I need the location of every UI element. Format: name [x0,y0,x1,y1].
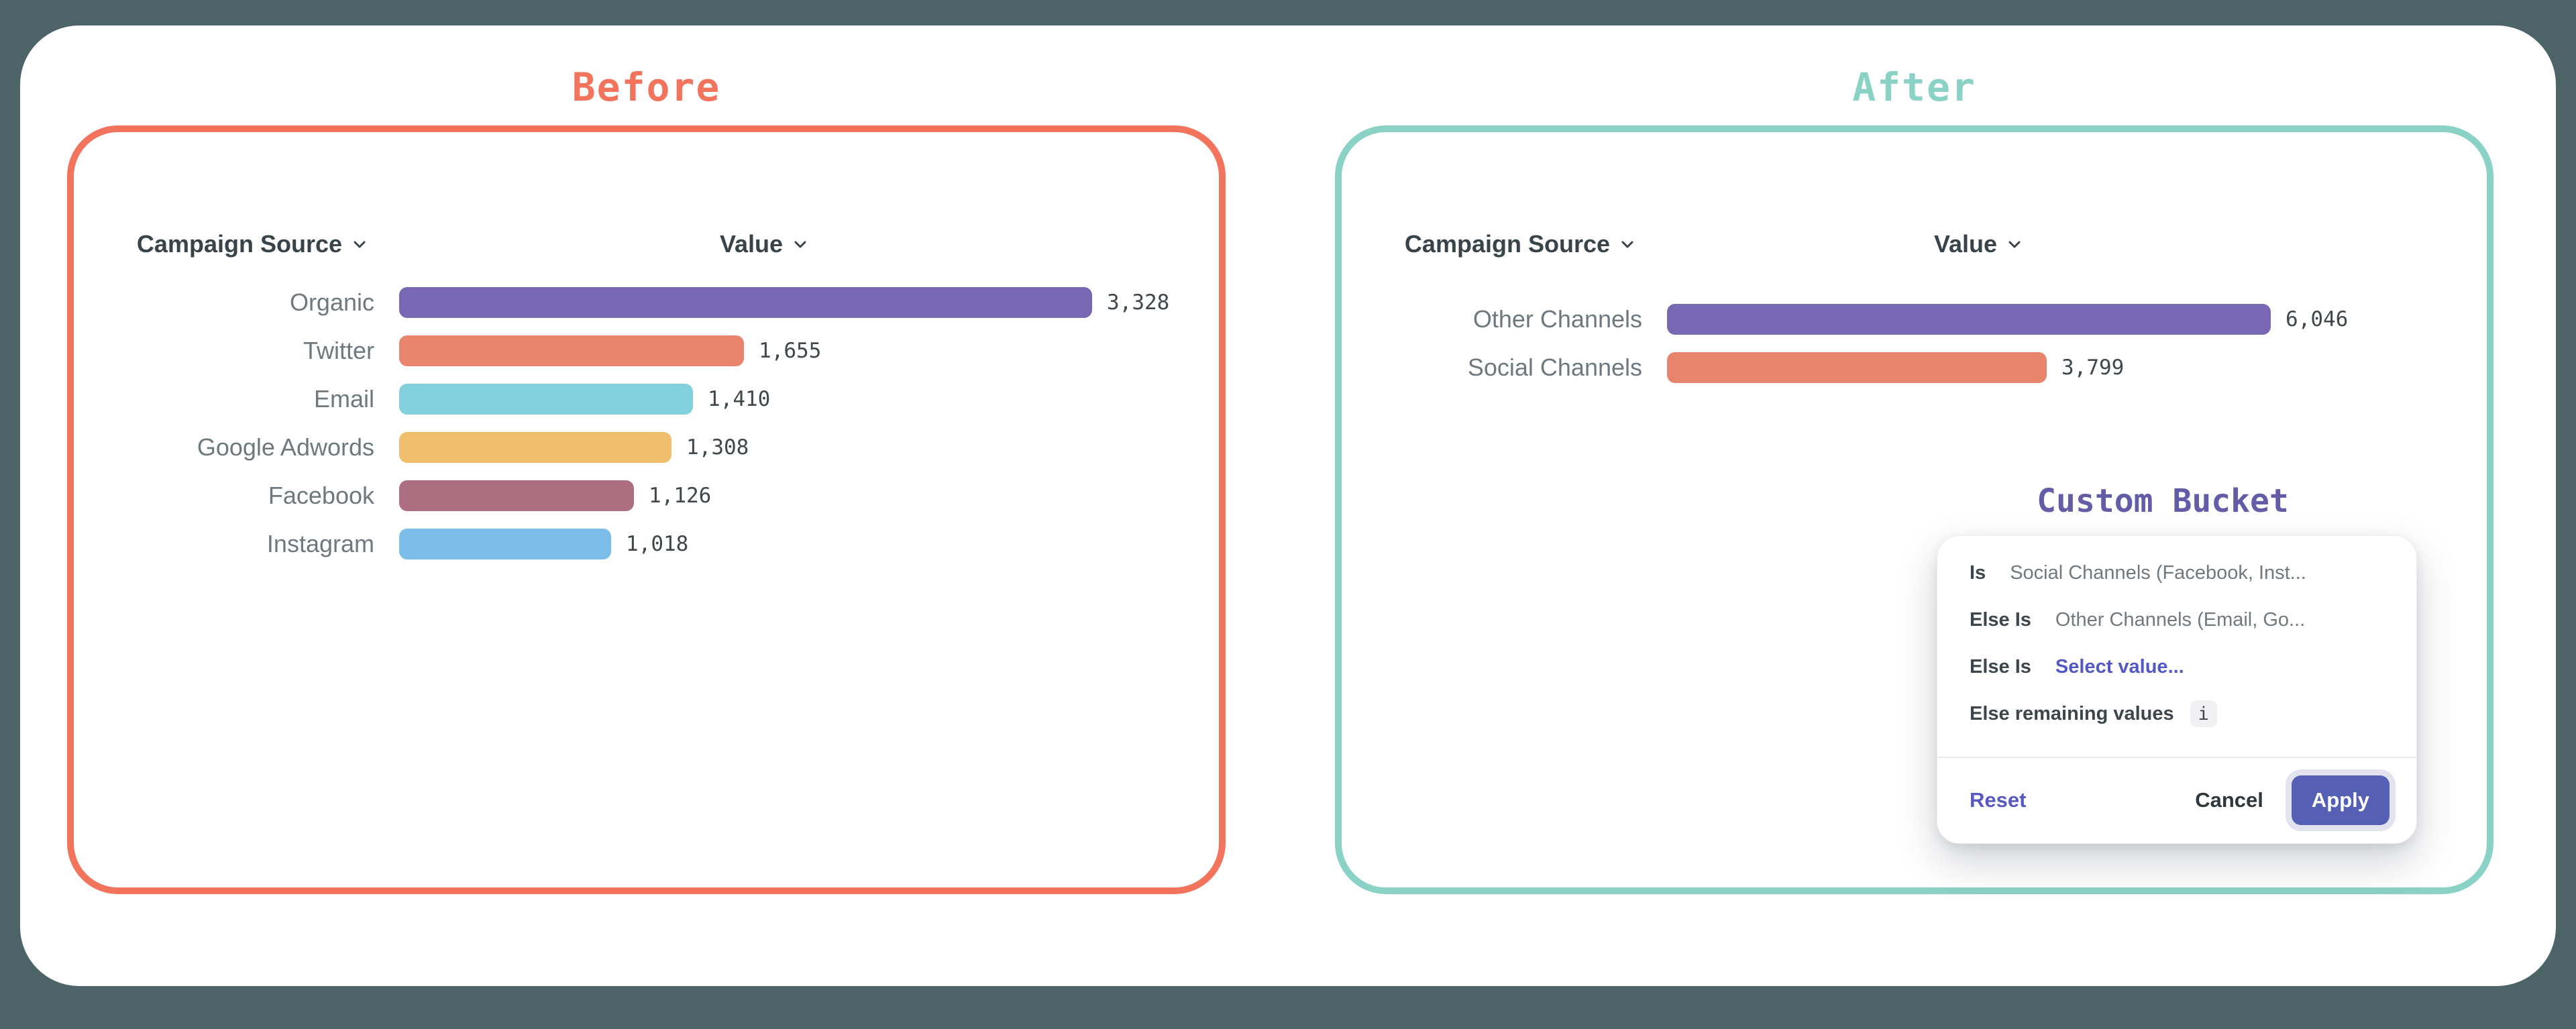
before-chart-rows: Organic 3,328 Twitter 1,655 Email 1,410 Google… [74,278,1219,568]
bar-track: 3,799 [1667,352,2124,383]
page-background: { "before_panel": { "title": "Before", "… [0,0,2576,1029]
bucket-rule-row: Else Is Select value... [1970,643,2390,690]
reset-button[interactable]: Reset [1970,788,2026,812]
chart-row: Social Channels 3,799 [1342,343,2487,392]
chart-row: Twitter 1,655 [74,327,1219,375]
chevron-down-icon [2006,236,2023,252]
dialog-divider [1937,757,2416,758]
measure-header-cell: Value [374,230,1219,258]
after-chart-rows: Other Channels 6,046 Social Channels 3,799 [1342,295,2487,392]
value-label: 6,046 [2286,307,2348,331]
category-label: Facebook [74,482,374,510]
bucket-rules-list: Is Social Channels (Facebook, Inst... Else… [1937,536,2416,737]
bucket-rule-row: Else Is Other Channels (Email, Go... [1970,596,2390,643]
chart-row: Instagram 1,018 [74,520,1219,568]
dimension-header-label: Campaign Source [1405,230,1610,258]
chart-row: Email 1,410 [74,375,1219,423]
before-chart-header: Campaign Source Value [74,230,1219,258]
measure-header[interactable]: Value [1934,230,2023,258]
before-panel: Campaign Source Value Organic 3,328 Twitte… [67,125,1226,894]
custom-bucket-title: Custom Bucket [2015,484,2310,518]
chart-row: Facebook 1,126 [74,472,1219,520]
chevron-down-icon [352,236,368,252]
value-label: 1,410 [708,387,770,411]
category-label: Email [74,385,374,413]
after-chart: Campaign Source Value Other Channels 6,04… [1342,230,2487,392]
category-label: Google Adwords [74,433,374,462]
value-label: 1,018 [626,532,688,556]
value-bar[interactable] [399,432,672,463]
bar-track: 3,328 [399,287,1169,318]
rule-operator-label: Else Is [1970,609,2031,631]
custom-bucket-dialog: Is Social Channels (Facebook, Inst... Else… [1937,535,2417,844]
value-bar[interactable] [1667,352,2047,383]
bar-track: 1,655 [399,335,821,366]
rule-value[interactable]: Social Channels (Facebook, Inst... [2010,562,2306,584]
bar-track: 1,308 [399,432,749,463]
dimension-header-label: Campaign Source [137,230,342,258]
bar-track: 1,126 [399,480,711,511]
chart-row: Other Channels 6,046 [1342,295,2487,343]
value-bar[interactable] [1667,304,2271,335]
measure-header-cell: Value [1642,230,2487,258]
bucket-rule-row: Else remaining values i [1970,690,2390,737]
dimension-header[interactable]: Campaign Source [74,230,374,258]
value-bar[interactable] [399,335,744,366]
select-value-link[interactable]: Select value... [2055,656,2184,678]
category-label: Social Channels [1342,354,1642,382]
value-bar[interactable] [399,384,693,415]
category-label: Instagram [74,530,374,558]
value-label: 3,799 [2061,356,2124,380]
after-chart-header: Campaign Source Value [1342,230,2487,258]
category-label: Other Channels [1342,305,1642,333]
value-bar[interactable] [399,480,634,511]
dialog-footer: Reset Cancel Apply [1970,771,2390,830]
measure-header-label: Value [720,230,783,258]
chevron-down-icon [792,236,808,252]
value-label: 1,126 [649,484,711,508]
value-label: 1,655 [759,339,821,363]
category-label: Twitter [74,337,374,365]
value-label: 3,328 [1107,290,1169,315]
dimension-header[interactable]: Campaign Source [1342,230,1642,258]
bar-track: 1,410 [399,384,770,415]
cancel-button[interactable]: Cancel [2195,788,2263,812]
info-icon[interactable]: i [2190,700,2217,727]
bucket-rule-row: Is Social Channels (Facebook, Inst... [1970,549,2390,596]
before-chart: Campaign Source Value Organic 3,328 Twitte… [74,230,1219,568]
value-label: 1,308 [686,435,749,459]
chart-row: Google Adwords 1,308 [74,423,1219,472]
rule-operator-label: Else remaining values [1970,703,2174,725]
rule-operator-label: Else Is [1970,656,2031,678]
value-bar[interactable] [399,529,611,559]
chart-row: Organic 3,328 [74,278,1219,327]
measure-header-label: Value [1934,230,1997,258]
bar-track: 1,018 [399,529,688,559]
rule-value[interactable]: Other Channels (Email, Go... [2055,609,2305,631]
category-label: Organic [74,288,374,317]
content-card: Before After Campaign Source Value Organ… [20,25,2556,986]
measure-header[interactable]: Value [720,230,808,258]
chevron-down-icon [1619,236,1635,252]
bar-track: 6,046 [1667,304,2348,335]
after-title: After [1335,67,2493,107]
rule-operator-label: Is [1970,562,1986,584]
before-title: Before [67,67,1226,107]
value-bar[interactable] [399,287,1092,318]
apply-button[interactable]: Apply [2292,775,2390,825]
